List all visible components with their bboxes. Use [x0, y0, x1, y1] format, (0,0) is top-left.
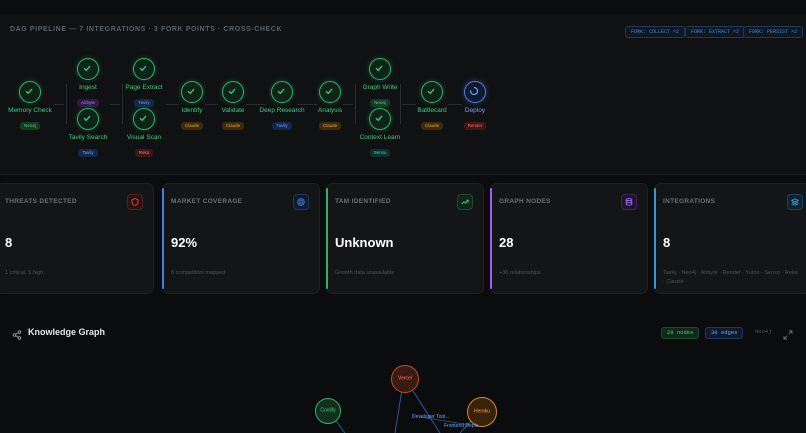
card-value: 92% [171, 235, 198, 250]
pipeline-node-context-learn[interactable]: Context Learn Senso [350, 108, 410, 159]
fork-extract-badge: FORK: EXTRACT ×2 [685, 26, 746, 38]
check-icon [133, 108, 155, 130]
stat-card-graph-nodes[interactable]: GRAPH NODES 28 +30 relationships [490, 183, 648, 294]
card-subtext: Growth data unavailable [335, 270, 395, 276]
check-icon [421, 81, 443, 103]
stat-card-tam[interactable]: TAM IDENTIFIED Unknown Growth data unava… [326, 183, 484, 294]
check-icon [369, 108, 391, 130]
card-accent-bar [326, 188, 328, 289]
stat-card-threats[interactable]: THREATS DETECTED 8 1 critical, 5 high [0, 183, 154, 294]
node-label: Visual Scan [126, 134, 162, 141]
integration-tag: Senso [369, 149, 391, 157]
check-icon [133, 58, 155, 80]
stat-card-integrations[interactable]: INTEGRATIONS 8 Tavily · Neo4j · Airbyte … [654, 183, 806, 294]
integration-tag: Claude [318, 122, 342, 130]
card-title: INTEGRATIONS [663, 198, 716, 205]
graph-node-developer-tool[interactable]: Developer Tool... [412, 414, 449, 420]
integration-tag: Reka [134, 149, 154, 157]
check-icon [369, 58, 391, 80]
node-label: Ingest [79, 84, 97, 91]
integration-tag: Claude [420, 122, 444, 130]
graph-engine-label: Neo4j [755, 328, 772, 335]
expand-icon[interactable] [783, 327, 793, 345]
card-title: MARKET COVERAGE [171, 198, 243, 205]
check-icon [319, 81, 341, 103]
card-value: 8 [663, 235, 671, 250]
card-value: Unknown [335, 235, 394, 250]
dag-pipeline-panel: DAG PIPELINE — 7 INTEGRATIONS · 3 FORK P… [0, 14, 806, 175]
card-title: THREATS DETECTED [5, 198, 77, 205]
card-subtext: 8 competitors mapped [171, 270, 226, 276]
card-title: GRAPH NODES [499, 198, 551, 205]
graph-node-vercel[interactable]: Vercel [391, 365, 419, 393]
knowledge-graph-canvas[interactable]: Vercel Coolify Heroku Developer Tool... … [0, 353, 806, 433]
card-title: TAM IDENTIFIED [335, 198, 391, 205]
knowledge-graph-title: Knowledge Graph [28, 327, 106, 337]
node-label: Context Learn [359, 134, 401, 141]
pipeline-node-ingest[interactable]: Ingest Airbyte [58, 58, 118, 109]
nodes-count-badge: 28 nodes [661, 327, 700, 339]
integration-tag: Claude [221, 122, 245, 130]
card-accent-bar [162, 188, 164, 289]
layers-icon [787, 194, 803, 210]
card-accent-bar [490, 188, 492, 289]
integration-tag: Claude [180, 122, 204, 130]
check-icon [222, 81, 244, 103]
stat-card-market-coverage[interactable]: MARKET COVERAGE 92% 8 competitors mapped [162, 183, 320, 294]
graph-node-coolify[interactable]: Coolify [315, 398, 341, 424]
integration-tag: Tavily [78, 149, 98, 157]
knowledge-graph-header: Knowledge Graph 28 nodes 30 edges Neo4j [0, 313, 806, 353]
check-icon [77, 108, 99, 130]
check-icon [19, 81, 41, 103]
card-value: 28 [499, 235, 514, 250]
card-subtext: +30 relationships [499, 270, 541, 276]
integration-tag: Neo4j [370, 99, 390, 107]
check-icon [271, 81, 293, 103]
check-icon [77, 58, 99, 80]
database-icon [621, 194, 637, 210]
node-label: Memory Check [8, 107, 52, 114]
check-icon [181, 81, 203, 103]
integration-tag: Airbyte [76, 99, 99, 107]
integration-tag: Render [463, 122, 487, 130]
integration-tag: Tavily [134, 99, 154, 107]
integration-tag: Neo4j [20, 122, 40, 130]
pipeline-node-memory-check[interactable]: Memory Check Neo4j [0, 81, 60, 132]
edges-count-badge: 30 edges [705, 327, 744, 339]
card-subtext: 1 critical, 5 high [5, 270, 44, 276]
pipeline-title: DAG PIPELINE — 7 INTEGRATIONS · 3 FORK P… [10, 26, 283, 33]
node-label: Graph Write [362, 84, 398, 91]
pipeline-node-graph-write[interactable]: Graph Write Neo4j [350, 58, 410, 109]
pipeline-node-deploy[interactable]: Deploy Render [445, 81, 505, 132]
card-value: 8 [5, 235, 13, 250]
shield-icon [127, 194, 143, 210]
card-accent-bar [654, 188, 656, 289]
trending-up-icon [457, 194, 473, 210]
card-subtext: Tavily · Neo4j · Airbyte · Render · Yuto… [663, 270, 798, 285]
node-label: Deploy [464, 107, 486, 114]
loading-spinner-icon [464, 81, 486, 103]
integration-tag: Tavily [272, 122, 292, 130]
target-icon [293, 194, 309, 210]
fork-collect-badge: FORK: COLLECT ×2 [625, 26, 686, 38]
node-label: Tavily Search [68, 134, 108, 141]
graph-node-frontend-deploy[interactable]: Frontend Deplo... [444, 423, 483, 429]
fork-persist-badge: FORK: PERSIST ×2 [743, 26, 804, 38]
share-graph-icon [12, 327, 22, 345]
pipeline-node-tavily-search[interactable]: Tavily Search Tavily [58, 108, 118, 159]
